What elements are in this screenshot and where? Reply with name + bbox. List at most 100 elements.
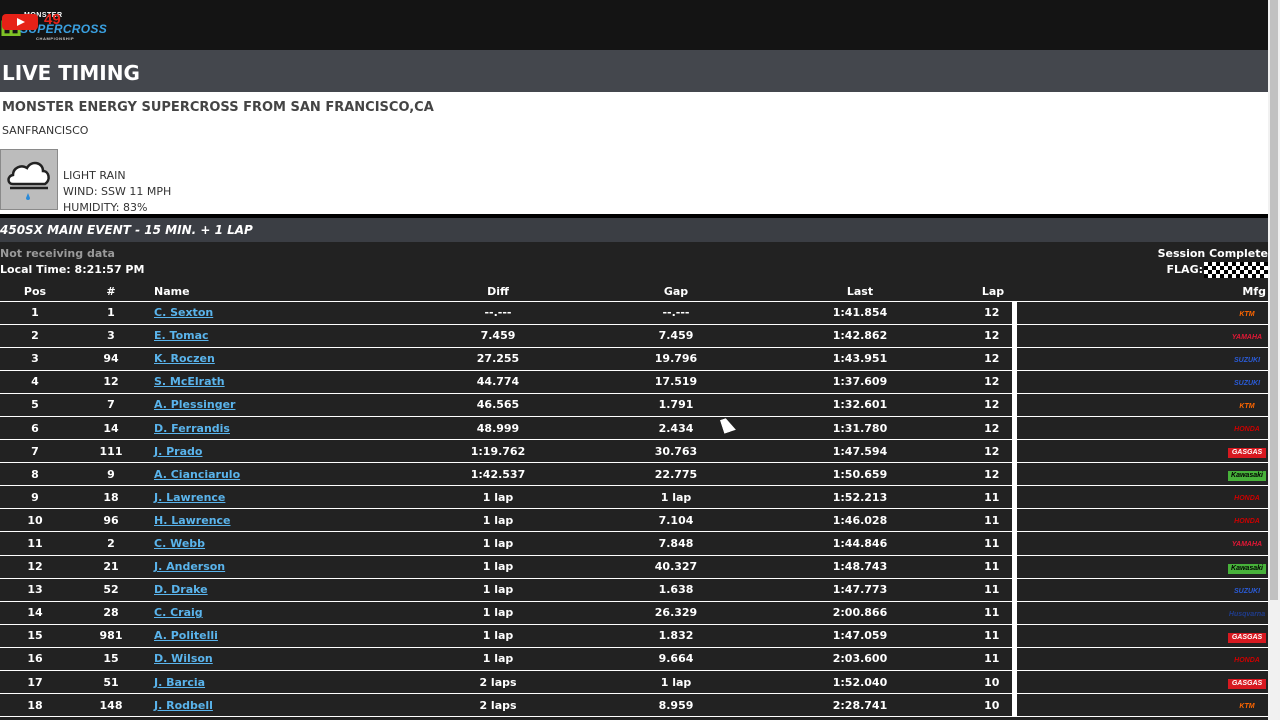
cell-mfg: SUZUKI (1011, 578, 1268, 602)
cell-gap: 1.832 (604, 624, 748, 648)
cell-mfg: Kawasaki (1011, 555, 1268, 579)
rider-link[interactable]: J. Prado (154, 445, 202, 458)
cell-last: 1:48.743 (748, 555, 972, 579)
scrollbar-thumb[interactable] (1270, 0, 1278, 600)
col-number[interactable]: # (70, 282, 152, 302)
youtube-count: 49 (44, 11, 61, 28)
cell-number: 94 (70, 347, 152, 371)
mfg-logo-icon: HONDA (1228, 517, 1266, 528)
cell-diff: 44.774 (392, 370, 604, 394)
cell-name: C. Craig (152, 601, 392, 625)
cell-name: C. Webb (152, 531, 392, 556)
mfg-logo-icon: HONDA (1228, 494, 1266, 505)
cell-pos: 17 (0, 670, 70, 695)
supercross-logo[interactable]: Ш MONSTER SUPERCROSS CHAMPIONSHIP 49 (0, 6, 110, 42)
cell-gap: 1.638 (604, 578, 748, 602)
col-last[interactable]: Last (748, 282, 972, 302)
col-pos[interactable]: Pos (0, 282, 70, 302)
cell-lap: 12 (972, 324, 1014, 348)
cell-mfg: YAMAHA (1011, 324, 1268, 348)
rider-link[interactable]: J. Rodbell (154, 699, 213, 712)
rider-link[interactable]: K. Roczen (154, 352, 215, 365)
col-name[interactable]: Name (152, 282, 392, 302)
cell-last: 1:42.862 (748, 324, 972, 348)
cell-lap: 11 (972, 531, 1014, 556)
cell-number: 15 (70, 647, 152, 672)
cell-number: 51 (70, 670, 152, 695)
rider-link[interactable]: J. Anderson (154, 560, 225, 573)
table-row: 9 18 J. Lawrence 1 lap 1 lap 1:52.213 11 HONDA (0, 485, 1268, 510)
rider-link[interactable]: J. Lawrence (154, 491, 225, 504)
cell-last: 1:52.213 (748, 485, 972, 510)
session-title-bar: 450SX MAIN EVENT - 15 MIN. + 1 LAP (0, 218, 1268, 242)
table-row: 7 111 J. Prado 1:19.762 30.763 1:47.594 12 GASG… (0, 439, 1268, 464)
cell-gap: 9.664 (604, 647, 748, 672)
cell-name: D. Wilson (152, 647, 392, 672)
cell-last: 1:32.601 (748, 393, 972, 417)
rider-link[interactable]: C. Craig (154, 606, 203, 619)
mfg-logo-icon: Kawasaki (1228, 471, 1266, 482)
col-gap[interactable]: Gap (604, 282, 748, 302)
rider-link[interactable]: C. Sexton (154, 306, 213, 319)
cell-last: 1:41.854 (748, 301, 972, 325)
col-lap[interactable]: Lap (972, 282, 1014, 302)
scrollbar[interactable] (1268, 0, 1280, 720)
rider-link[interactable]: A. Politelli (154, 629, 218, 642)
cell-name: A. Plessinger (152, 393, 392, 417)
cell-name: J. Rodbell (152, 693, 392, 718)
cell-lap: 12 (972, 393, 1014, 417)
cell-lap: 12 (972, 462, 1014, 487)
cell-pos: 5 (0, 393, 70, 417)
cell-last: 2:03.600 (748, 647, 972, 672)
rider-link[interactable]: J. Barcia (154, 676, 205, 689)
cell-pos: 14 (0, 601, 70, 625)
mfg-logo-icon: SUZUKI (1228, 586, 1266, 597)
cell-last: 1:37.609 (748, 370, 972, 394)
cell-mfg: SUZUKI (1011, 347, 1268, 371)
mfg-logo-icon: KTM (1228, 702, 1266, 713)
cell-pos: 18 (0, 693, 70, 718)
table-row: 10 96 H. Lawrence 1 lap 7.104 1:46.028 11 HONDA (0, 508, 1268, 533)
table-row: 12 21 J. Anderson 1 lap 40.327 1:48.743 11 Kawa… (0, 555, 1268, 579)
cell-gap: 7.104 (604, 508, 748, 533)
cell-name: D. Ferrandis (152, 416, 392, 441)
table-row: 2 3 E. Tomac 7.459 7.459 1:42.862 12 YAMAHA (0, 324, 1268, 348)
cell-mfg: Husqvarna (1011, 601, 1268, 625)
data-status: Not receiving data (0, 247, 115, 260)
rider-link[interactable]: D. Drake (154, 583, 208, 596)
rider-link[interactable]: H. Lawrence (154, 514, 231, 527)
weather-details: LIGHT RAIN WIND: SSW 11 MPH HUMIDITY: 83… (63, 168, 171, 216)
cell-pos: 8 (0, 462, 70, 487)
cell-name: J. Barcia (152, 670, 392, 695)
rider-link[interactable]: D. Ferrandis (154, 422, 230, 435)
cell-last: 1:47.773 (748, 578, 972, 602)
rider-link[interactable]: D. Wilson (154, 652, 213, 665)
rider-link[interactable]: A. Plessinger (154, 398, 235, 411)
rider-link[interactable]: E. Tomac (154, 329, 209, 342)
col-mfg[interactable]: Mfg (1014, 282, 1268, 302)
cell-pos: 11 (0, 531, 70, 556)
event-name: MONSTER ENERGY SUPERCROSS FROM SAN FRANC… (2, 100, 434, 115)
cell-diff: 1:19.762 (392, 439, 604, 464)
cell-number: 96 (70, 508, 152, 533)
mfg-logo-icon: HONDA (1228, 425, 1266, 436)
rider-link[interactable]: C. Webb (154, 537, 205, 550)
cell-last: 2:28.741 (748, 693, 972, 718)
cell-pos: 4 (0, 370, 70, 394)
cell-diff: 1 lap (392, 647, 604, 672)
cell-gap: 17.519 (604, 370, 748, 394)
cell-name: A. Cianciarulo (152, 462, 392, 487)
table-row: 15 981 A. Politelli 1 lap 1.832 1:47.059 11 GAS… (0, 624, 1268, 648)
cell-gap: 1.791 (604, 393, 748, 417)
mfg-logo-icon: YAMAHA (1228, 332, 1266, 343)
table-row: 5 7 A. Plessinger 46.565 1.791 1:32.601 12 KTM (0, 393, 1268, 417)
table-row: 1 1 C. Sexton --.--- --.--- 1:41.854 12 KTM (0, 301, 1268, 325)
cell-mfg: GASGAS (1011, 439, 1268, 464)
cell-mfg: HONDA (1011, 508, 1268, 533)
cell-mfg: GASGAS (1011, 670, 1268, 695)
col-diff[interactable]: Diff (392, 282, 604, 302)
rider-link[interactable]: A. Cianciarulo (154, 468, 240, 481)
cell-mfg: SUZUKI (1011, 370, 1268, 394)
cell-mfg: KTM (1011, 393, 1268, 417)
rider-link[interactable]: S. McElrath (154, 375, 225, 388)
